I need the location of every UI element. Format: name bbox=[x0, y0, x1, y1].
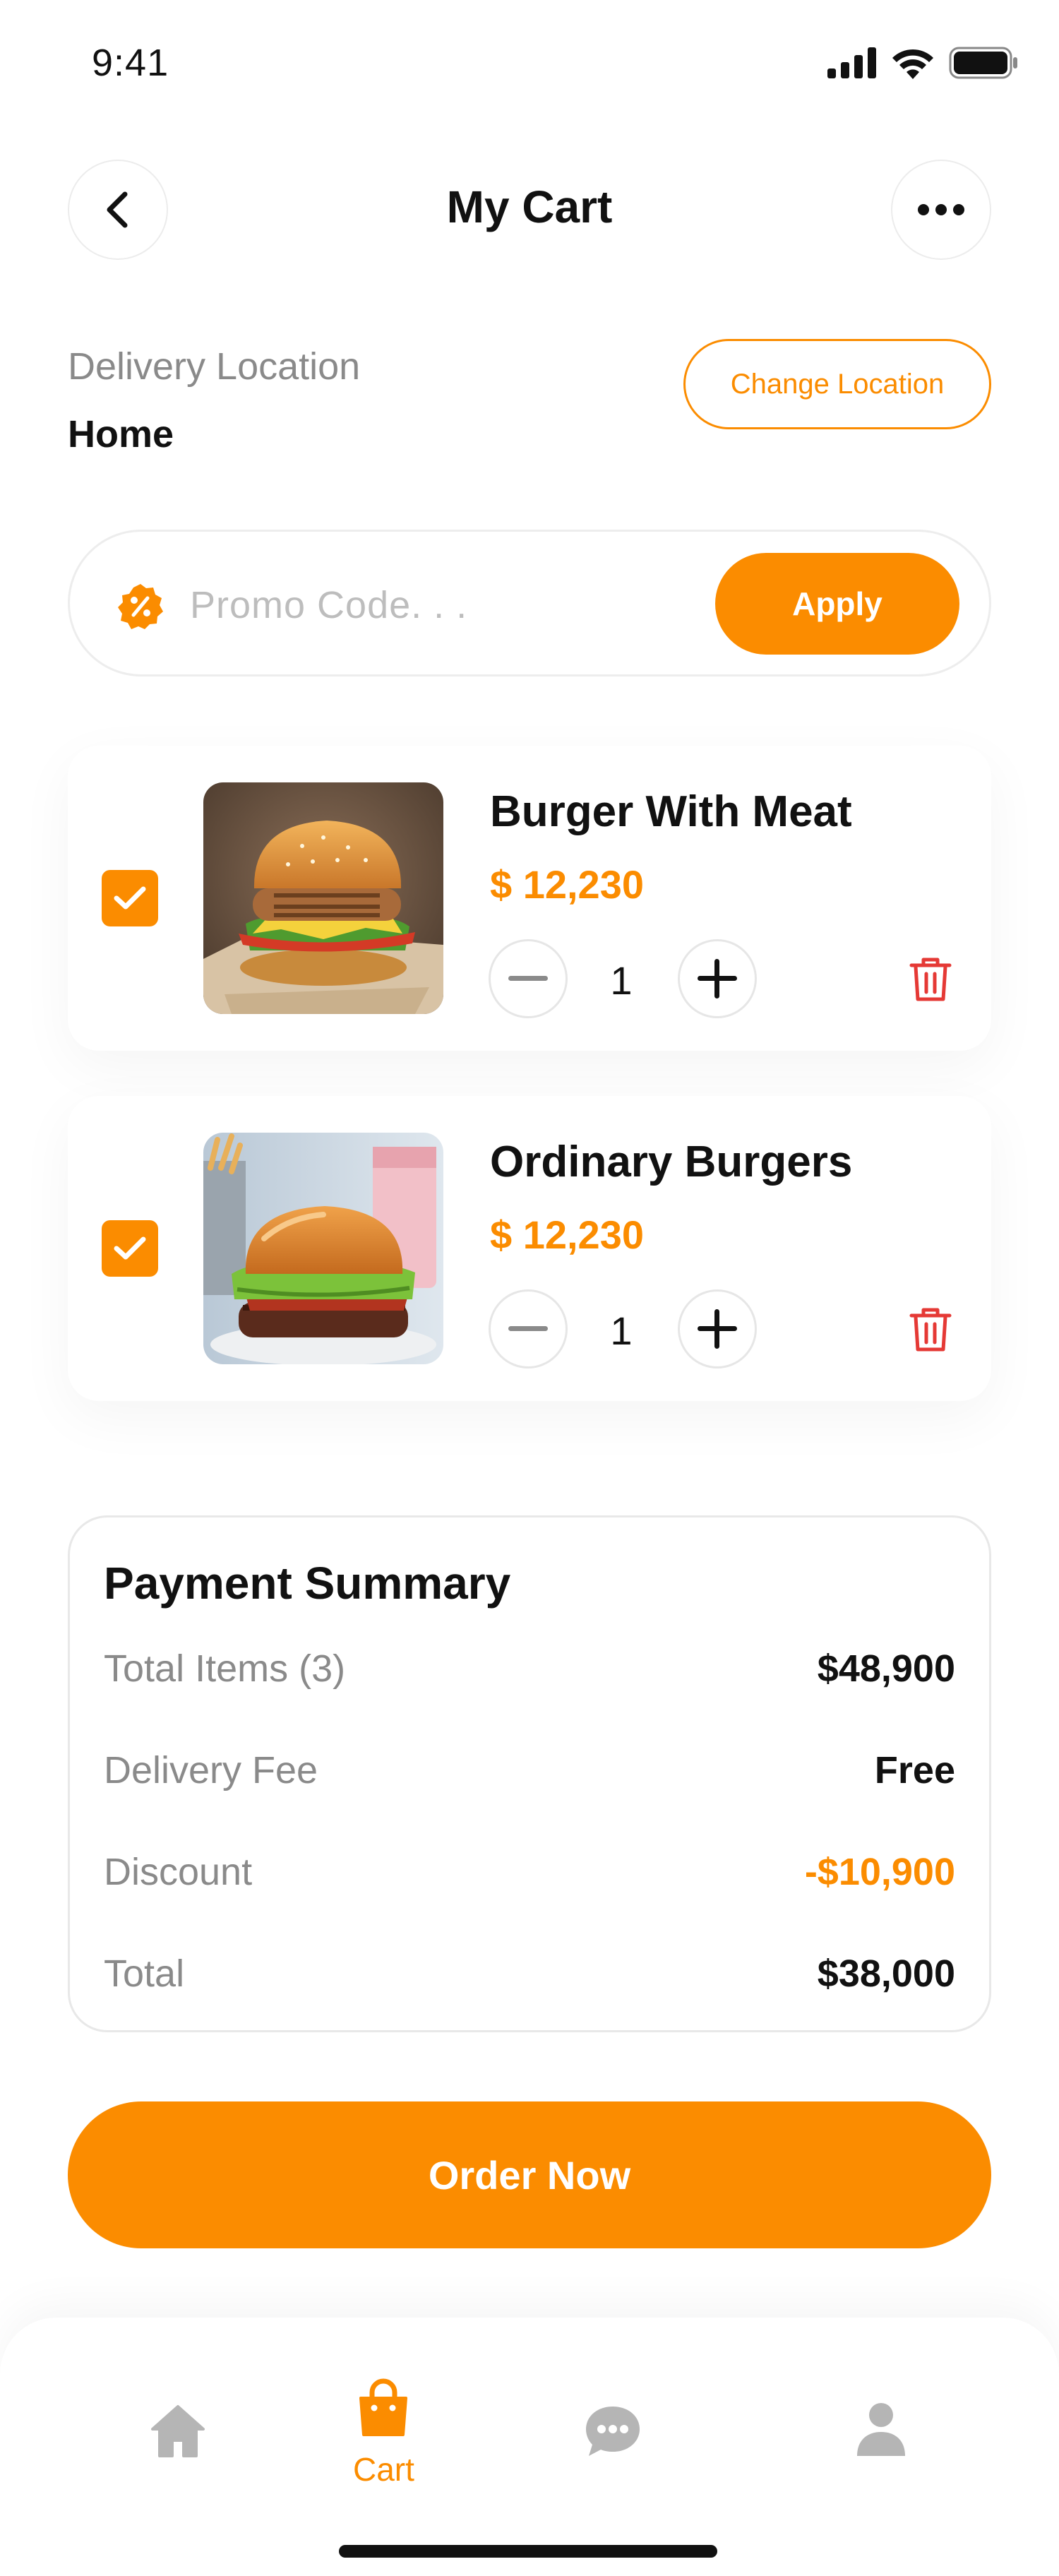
payment-summary-card: Payment Summary Total Items (3) $48,900 … bbox=[68, 1515, 991, 2032]
ordinary-burgers-photo bbox=[203, 1133, 443, 1364]
wifi-icon bbox=[892, 49, 933, 79]
increase-quantity-button[interactable] bbox=[678, 1289, 757, 1368]
cellular-icon bbox=[827, 47, 876, 78]
summary-label: Discount bbox=[104, 1851, 253, 1893]
item-price: $ 12,230 bbox=[490, 862, 644, 907]
item-price: $ 12,230 bbox=[490, 1212, 644, 1257]
home-icon bbox=[151, 2405, 205, 2457]
chat-icon bbox=[586, 2407, 640, 2456]
summary-row-discount: Discount -$10,900 bbox=[104, 1844, 955, 1900]
promo-code-input[interactable] bbox=[190, 577, 585, 633]
minus-icon bbox=[508, 976, 548, 981]
home-indicator bbox=[339, 2545, 717, 2558]
decrease-quantity-button[interactable] bbox=[489, 1289, 568, 1368]
payment-summary-title: Payment Summary bbox=[104, 1558, 511, 1609]
quantity-value: 1 bbox=[610, 958, 633, 1003]
cart-item: Ordinary Burgers $ 12,230 1 bbox=[68, 1096, 991, 1401]
burger-with-meat-photo bbox=[203, 782, 443, 1014]
increase-quantity-button[interactable] bbox=[678, 939, 757, 1018]
minus-icon bbox=[508, 1326, 548, 1331]
summary-value: -$10,900 bbox=[804, 1851, 955, 1893]
delivery-location-value: Home bbox=[68, 413, 174, 455]
bottom-navigation: Cart bbox=[0, 2318, 1059, 2576]
profile-icon bbox=[857, 2403, 905, 2456]
item-name: Ordinary Burgers bbox=[490, 1138, 853, 1186]
delete-item-button[interactable] bbox=[902, 1302, 959, 1359]
item-name: Burger With Meat bbox=[490, 787, 852, 836]
summary-label: Total bbox=[104, 1952, 185, 1995]
decrease-quantity-button[interactable] bbox=[489, 939, 568, 1018]
nav-item-chat[interactable] bbox=[583, 2404, 642, 2459]
check-icon bbox=[114, 1236, 146, 1260]
promo-code-bar: Apply bbox=[68, 530, 991, 676]
summary-value: Free bbox=[874, 1749, 955, 1791]
summary-value: $48,900 bbox=[817, 1647, 955, 1690]
nav-label-cart: Cart bbox=[353, 2451, 414, 2488]
status-time: 9:41 bbox=[92, 42, 169, 84]
summary-value: $38,000 bbox=[817, 1952, 955, 1995]
battery-icon bbox=[949, 47, 1017, 79]
cart-item: Burger With Meat $ 12,230 1 bbox=[68, 746, 991, 1051]
nav-item-profile[interactable] bbox=[854, 2401, 908, 2457]
plus-icon bbox=[698, 959, 737, 998]
summary-row-delivery-fee: Delivery Fee Free bbox=[104, 1742, 955, 1799]
nav-item-home[interactable] bbox=[150, 2402, 206, 2459]
delete-item-button[interactable] bbox=[902, 952, 959, 1008]
check-icon bbox=[114, 886, 146, 910]
trash-icon bbox=[909, 1308, 952, 1352]
delivery-location-label: Delivery Location bbox=[68, 345, 361, 388]
more-options-button[interactable] bbox=[891, 160, 991, 260]
discount-badge-icon bbox=[118, 584, 163, 629]
summary-row-total-items: Total Items (3) $48,900 bbox=[104, 1640, 955, 1697]
summary-label: Delivery Fee bbox=[104, 1749, 318, 1791]
change-location-button[interactable]: Change Location bbox=[683, 339, 991, 429]
summary-row-total: Total $38,000 bbox=[104, 1945, 955, 2002]
trash-icon bbox=[909, 958, 952, 1001]
plus-icon bbox=[698, 1309, 737, 1349]
nav-item-cart[interactable]: Cart bbox=[353, 2378, 414, 2488]
status-icons bbox=[827, 47, 1018, 79]
order-now-button[interactable]: Order Now bbox=[68, 2101, 991, 2248]
item-checkbox[interactable] bbox=[102, 1220, 158, 1277]
quantity-value: 1 bbox=[610, 1308, 633, 1353]
summary-label: Total Items (3) bbox=[104, 1647, 346, 1690]
more-horizontal-icon bbox=[918, 204, 964, 215]
apply-button[interactable]: Apply bbox=[715, 553, 959, 655]
shopping-bag-icon bbox=[359, 2378, 408, 2436]
item-checkbox[interactable] bbox=[102, 870, 158, 926]
